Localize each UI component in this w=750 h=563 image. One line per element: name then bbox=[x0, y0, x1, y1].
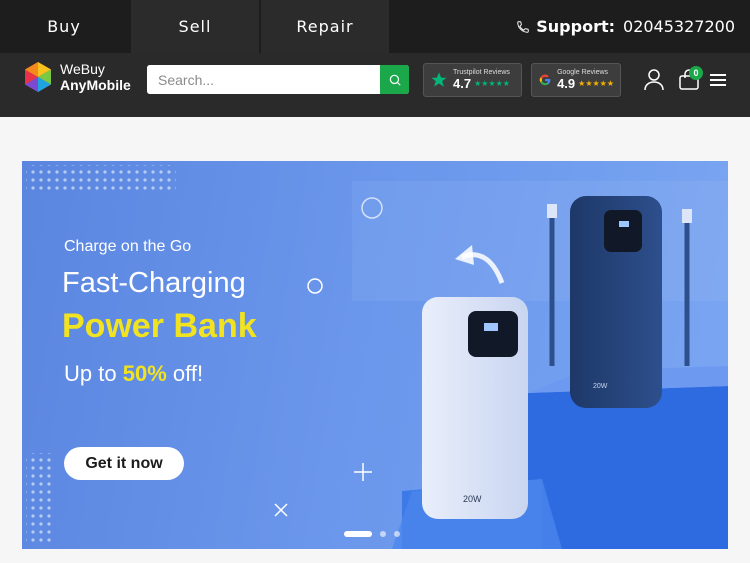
trustpilot-score: 4.7 bbox=[453, 76, 472, 91]
google-g-icon bbox=[539, 74, 551, 86]
logo-line1: WeBuy bbox=[60, 61, 105, 77]
power-bank-white-label: 20W bbox=[463, 494, 482, 504]
top-nav-bar: Buy Sell Repair Support: 02045327200 bbox=[0, 0, 750, 53]
get-it-now-button[interactable]: Get it now bbox=[64, 447, 184, 480]
banner-subtitle: Charge on the Go bbox=[64, 238, 192, 255]
offer-percentage: 50% bbox=[122, 361, 167, 386]
power-bank-white-image bbox=[422, 297, 528, 519]
banner-offer: Up to 50% off! bbox=[64, 361, 203, 387]
power-bank-navy-label: 20W bbox=[593, 383, 608, 390]
menu-icon[interactable] bbox=[710, 73, 726, 87]
trustpilot-star-icon bbox=[431, 72, 447, 87]
support-phone[interactable]: 02045327200 bbox=[623, 17, 735, 36]
slider-dot-active[interactable] bbox=[344, 531, 372, 537]
trustpilot-name: Trustpilot Reviews bbox=[453, 69, 510, 76]
search-input[interactable] bbox=[147, 65, 381, 94]
site-logo[interactable]: WeBuy AnyMobile bbox=[22, 61, 131, 93]
google-reviews-stars: ★★★★★ bbox=[578, 79, 614, 88]
banner-product-title: Power Bank bbox=[62, 307, 257, 345]
offer-prefix: Up to bbox=[64, 361, 117, 386]
google-reviews-badge[interactable]: Google Reviews 4.9 ★★★★★ bbox=[531, 63, 621, 97]
site-header: WeBuy AnyMobile Trustpilot Reviews 4.7 ★… bbox=[0, 53, 750, 117]
slider-dot[interactable] bbox=[394, 531, 400, 537]
support-label: Support: bbox=[536, 17, 616, 36]
slider-dot[interactable] bbox=[380, 531, 386, 537]
search-button[interactable] bbox=[380, 65, 409, 94]
logo-icon bbox=[25, 62, 51, 92]
power-bank-navy-image bbox=[547, 196, 692, 408]
promo-banner[interactable]: 20W 20W Charge on the Go Fast-Charging P… bbox=[22, 161, 728, 549]
cart-count-badge: 0 bbox=[689, 66, 703, 80]
logo-line2: AnyMobile bbox=[60, 77, 131, 93]
trustpilot-stars: ★★★★★ bbox=[474, 79, 510, 88]
search-bar bbox=[147, 65, 409, 94]
trustpilot-badge[interactable]: Trustpilot Reviews 4.7 ★★★★★ bbox=[423, 63, 522, 97]
tab-repair[interactable]: Repair bbox=[261, 0, 389, 53]
google-reviews-score: 4.9 bbox=[557, 76, 576, 91]
search-icon bbox=[389, 74, 401, 86]
tab-buy[interactable]: Buy bbox=[0, 0, 128, 53]
support-contact[interactable]: Support: 02045327200 bbox=[516, 0, 735, 53]
google-reviews-name: Google Reviews bbox=[557, 69, 609, 76]
offer-suffix: off! bbox=[172, 361, 204, 386]
user-account-icon[interactable] bbox=[644, 69, 664, 91]
banner-headline: Fast-Charging bbox=[62, 267, 246, 299]
phone-icon bbox=[517, 20, 529, 33]
tab-sell[interactable]: Sell bbox=[131, 0, 259, 53]
